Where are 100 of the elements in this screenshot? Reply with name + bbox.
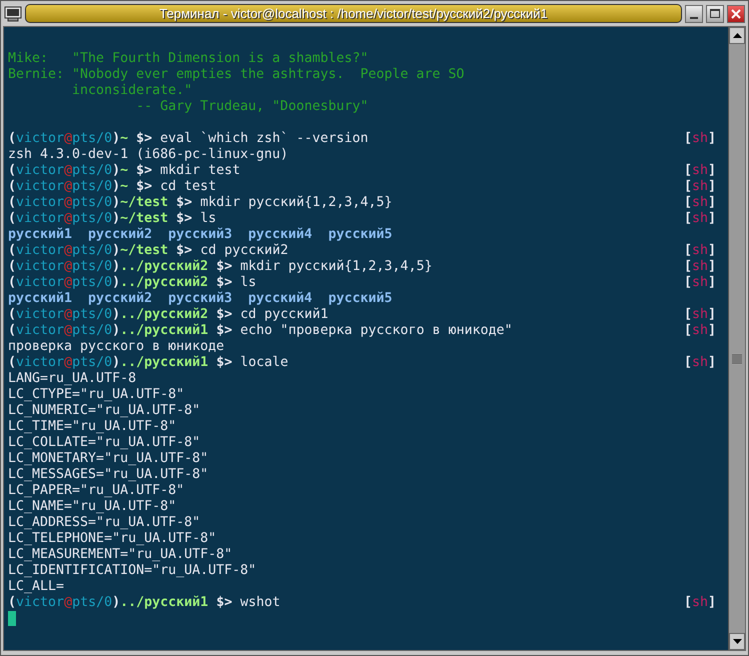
prompt-path: ../русский1 (120, 323, 208, 339)
quote-line: inconsiderate." (71, 83, 192, 99)
tag-bracket: ] (708, 131, 716, 147)
prompt-path: ~/test (120, 211, 168, 227)
shell-tag: sh (692, 131, 708, 147)
close-icon (731, 8, 741, 18)
close-button[interactable] (727, 4, 745, 22)
prompt-sigil: $> (216, 595, 232, 611)
command-text: echo "проверка русского в юникоде" (240, 323, 512, 339)
tag-bracket: ] (708, 195, 716, 211)
prompt-path: ../русский1 (120, 355, 208, 371)
tag-bracket: [ (684, 131, 692, 147)
prompt-user: victor (16, 195, 64, 211)
prompt-user: victor (16, 595, 64, 611)
prompt-at: @ (64, 163, 72, 179)
prompt-at: @ (64, 595, 72, 611)
prompt-path: ../русский2 (120, 275, 208, 291)
output-line: LC_COLLATE="ru_UA.UTF-8" (8, 435, 200, 451)
prompt-user: victor (16, 243, 64, 259)
scrollbar[interactable] (728, 27, 745, 650)
scroll-down-icon[interactable] (732, 639, 742, 644)
tag-bracket: ] (708, 259, 716, 275)
tag-bracket: ] (708, 323, 716, 339)
grip-icon[interactable] (732, 354, 742, 364)
prompt-paren: ) (112, 323, 120, 339)
prompt-paren: ) (112, 163, 120, 179)
prompt-tty: pts/0 (72, 595, 112, 611)
prompt-sigil: $> (136, 163, 152, 179)
prompt-path: ../русский2 (120, 259, 208, 275)
prompt-paren: ( (8, 195, 16, 211)
directory-name: русский4 (248, 227, 312, 243)
directory-name: русский3 (168, 227, 232, 243)
quote-line: -- Gary Trudeau, "Doonesbury" (135, 99, 368, 115)
directory-name: русский2 (88, 291, 152, 307)
scroll-up-icon[interactable] (732, 33, 742, 38)
output-line: LC_PAPER="ru_UA.UTF-8" (8, 483, 184, 499)
prompt-path: ~/test (120, 243, 168, 259)
terminal-icon[interactable] (4, 6, 22, 22)
prompt-user: victor (16, 179, 64, 195)
prompt-user: victor (16, 355, 64, 371)
quote-line: Mike: "The Fourth Dimension is a shambles?" (8, 51, 368, 67)
tag-bracket: [ (684, 259, 692, 275)
prompt-tty: pts/0 (72, 259, 112, 275)
tag-bracket: [ (684, 195, 692, 211)
output-line: LC_TIME="ru_UA.UTF-8" (8, 419, 176, 435)
prompt-sigil: $> (216, 275, 232, 291)
tag-bracket: ] (708, 595, 716, 611)
prompt-paren: ( (8, 179, 16, 195)
shell-tag: sh (692, 163, 708, 179)
directory-name: русский1 (8, 291, 72, 307)
prompt-user: victor (16, 211, 64, 227)
prompt-at: @ (64, 355, 72, 371)
output-line: LC_MONETARY="ru_UA.UTF-8" (8, 451, 208, 467)
prompt-tty: pts/0 (72, 275, 112, 291)
prompt-user: victor (16, 259, 64, 275)
output-line: LC_CTYPE="ru_UA.UTF-8" (8, 387, 184, 403)
output-line: проверка русского в юникоде (8, 339, 224, 355)
prompt-paren: ( (8, 323, 16, 339)
window-title: Терминал - victor@localhost : /home/victor/test/русский2/русский1 (159, 4, 548, 23)
shell-tag: sh (692, 211, 708, 227)
prompt-tty: pts/0 (72, 131, 112, 147)
prompt-at: @ (64, 275, 72, 291)
command-text: locale (240, 355, 288, 371)
prompt-paren: ( (8, 163, 16, 179)
directory-name: русский2 (88, 227, 152, 243)
directory-name: русский3 (168, 291, 232, 307)
prompt-paren: ) (112, 275, 120, 291)
output-line: LC_IDENTIFICATION="ru_UA.UTF-8" (8, 563, 256, 579)
tag-bracket: [ (684, 595, 692, 611)
directory-name: русский5 (328, 227, 392, 243)
tag-bracket: [ (684, 179, 692, 195)
minimize-icon (690, 16, 698, 18)
output-line: LANG=ru_UA.UTF-8 (8, 371, 136, 387)
output-line: zsh 4.3.0-dev-1 (i686-pc-linux-gnu) (8, 147, 288, 163)
prompt-tty: pts/0 (72, 243, 112, 259)
tag-bracket: ] (708, 243, 716, 259)
prompt-user: victor (16, 163, 64, 179)
prompt-paren: ) (112, 355, 120, 371)
maximize-button[interactable] (706, 4, 724, 22)
command-text: wshot (240, 595, 280, 611)
prompt-path: ../русский1 (120, 595, 208, 611)
prompt-paren: ( (8, 259, 16, 275)
output-line: LC_TELEPHONE="ru_UA.UTF-8" (8, 531, 216, 547)
prompt-user: victor (16, 275, 64, 291)
maximize-icon (710, 9, 720, 18)
output-line: LC_ADDRESS="ru_UA.UTF-8" (8, 515, 200, 531)
command-text: cd test (160, 179, 216, 195)
prompt-paren: ) (112, 307, 120, 323)
prompt-paren: ) (112, 243, 120, 259)
prompt-user: victor (16, 307, 64, 323)
tag-bracket: [ (684, 355, 692, 371)
prompt-path: ~ (120, 131, 128, 147)
directory-name: русский4 (248, 291, 312, 307)
prompt-at: @ (64, 307, 72, 323)
tag-bracket: [ (684, 211, 692, 227)
output-line: LC_ALL= (8, 579, 64, 595)
minimize-button[interactable] (685, 4, 703, 22)
prompt-at: @ (64, 195, 72, 211)
prompt-tty: pts/0 (72, 163, 112, 179)
prompt-paren: ) (112, 131, 120, 147)
